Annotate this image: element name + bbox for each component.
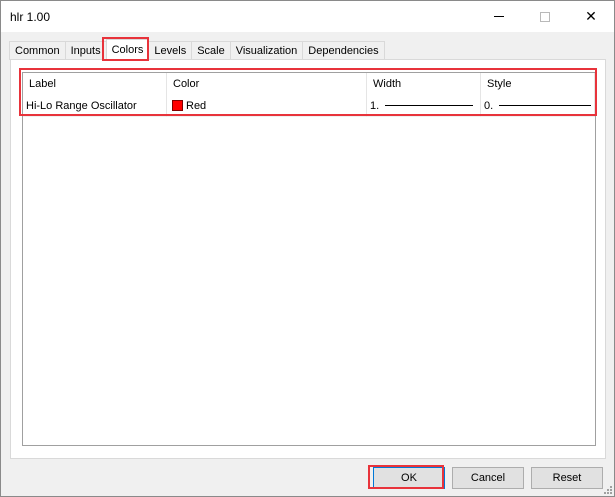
ok-button[interactable]: OK <box>373 467 445 489</box>
row-width-value: 1. <box>370 99 380 112</box>
tab-visualization[interactable]: Visualization <box>229 41 304 60</box>
grid-header: Label Color Width Style <box>23 73 595 95</box>
header-style[interactable]: Style <box>481 73 595 95</box>
close-button[interactable]: ✕ <box>568 1 614 32</box>
window-title: hlr 1.00 <box>10 10 51 24</box>
minimize-icon <box>494 16 504 17</box>
table-row[interactable]: Hi-Lo Range Oscillator Red 1. 0. <box>23 95 595 117</box>
minimize-button[interactable] <box>476 1 522 32</box>
header-width[interactable]: Width <box>367 73 481 95</box>
row-style-value: 0. <box>484 99 494 112</box>
tab-colors[interactable]: Colors <box>105 39 150 60</box>
maximize-icon <box>540 11 550 22</box>
header-color[interactable]: Color <box>167 73 367 95</box>
maximize-button <box>522 1 568 32</box>
tab-strip: Common Inputs Colors Levels Scale Visual… <box>9 39 385 60</box>
row-width-dropdown[interactable]: 1. <box>367 95 481 117</box>
reset-button[interactable]: Reset <box>531 467 603 489</box>
style-line-sample <box>499 105 592 106</box>
header-label[interactable]: Label <box>23 73 167 95</box>
dialog-window: hlr 1.00 ✕ Common Inputs Colors Levels S… <box>0 0 615 497</box>
tab-common[interactable]: Common <box>9 41 66 60</box>
cancel-button[interactable]: Cancel <box>452 467 524 489</box>
row-color-picker[interactable]: Red <box>167 95 367 117</box>
tab-dependencies[interactable]: Dependencies <box>302 41 385 60</box>
row-label: Hi-Lo Range Oscillator <box>23 95 167 117</box>
width-line-sample <box>385 105 474 106</box>
title-bar[interactable]: hlr 1.00 ✕ <box>1 1 614 32</box>
resize-grip-icon[interactable] <box>602 484 612 494</box>
row-style-dropdown[interactable]: 0. <box>481 95 595 117</box>
color-swatch <box>172 100 183 111</box>
tab-levels[interactable]: Levels <box>148 41 193 60</box>
close-icon: ✕ <box>585 8 597 25</box>
row-color-name: Red <box>186 99 207 112</box>
colors-panel: Label Color Width Style Hi-Lo Range Osci… <box>10 59 606 459</box>
tab-scale[interactable]: Scale <box>191 41 231 60</box>
colors-grid: Label Color Width Style Hi-Lo Range Osci… <box>22 72 596 446</box>
tab-inputs[interactable]: Inputs <box>64 41 107 60</box>
